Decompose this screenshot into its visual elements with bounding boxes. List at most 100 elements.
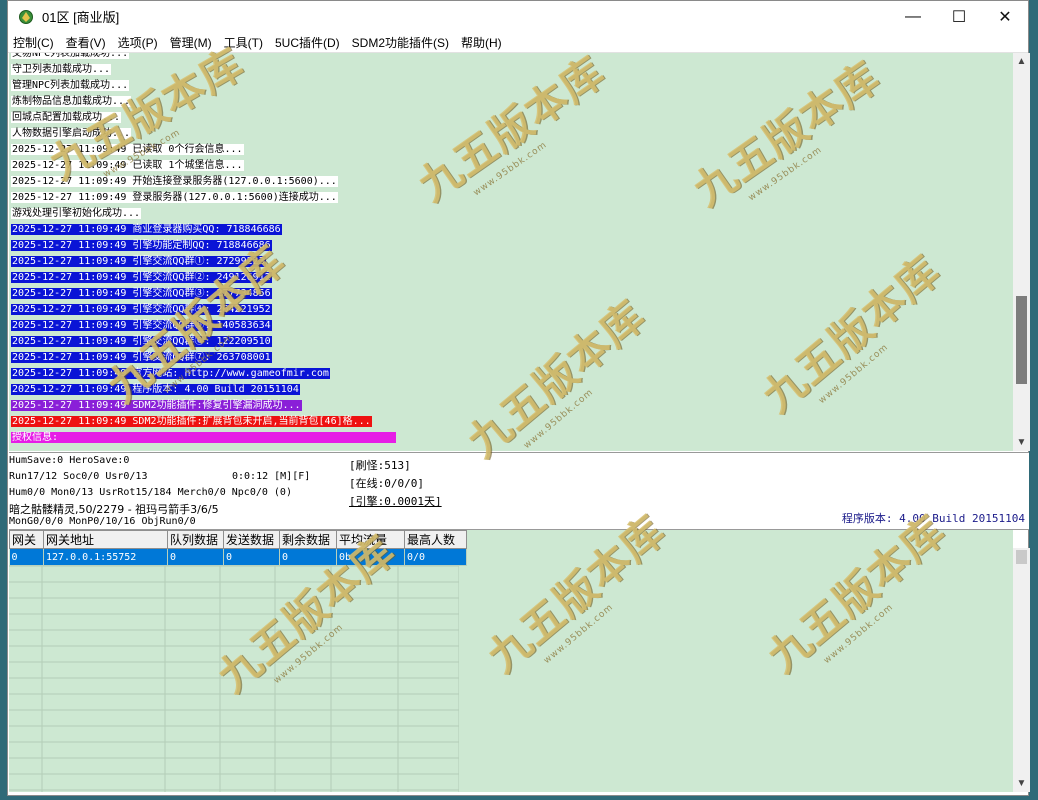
menu-manage[interactable]: 管理(M) [165, 34, 217, 51]
mir-server-icon [19, 9, 33, 24]
log-line-text: 2025-12-27 11:09:49 引擎功能定制QQ: 718846686 [11, 240, 272, 251]
log-line: 2025-12-27 11:09:49 引擎功能定制QQ: 718846686 [11, 238, 396, 254]
log-line: 2025-12-27 11:09:49 引擎交流QQ群⑤: 140583634 [11, 318, 396, 334]
version-label: 程序版本: 4.00 Build 20151104 [841, 512, 1025, 525]
table-cell: 0 [9, 548, 44, 566]
server-window: 01区 [商业版] — ☐ ✕ 控制(C) 查看(V) 选项(P) 管理(M) … [7, 0, 1030, 796]
grid-scrollbar[interactable]: ▲ ▼ [1013, 548, 1030, 792]
log-line: 2025-12-27 11:09:49 SDM2功能插件:修复引擎漏洞成功... [11, 398, 396, 414]
column-header[interactable]: 网关地址 [43, 530, 168, 549]
log-line: 游戏处理引擎初始化成功... [11, 206, 396, 222]
log-line-text: 交易NPC列表加载成功... [11, 53, 130, 59]
status-save: HumSave:0 HeroSave:0 [9, 455, 130, 466]
grid-lines [9, 530, 459, 792]
log-line: 2025-12-27 11:09:49 已读取 1个城堡信息... [11, 158, 396, 174]
log-line: 回城点配置加载成功... [11, 110, 396, 126]
menu-sdm2-plugin[interactable]: SDM2功能插件(S) [347, 34, 454, 51]
menu-help[interactable]: 帮助(H) [456, 34, 507, 51]
log-line: 2025-12-27 11:09:49 引擎交流QQ群④: 264221952 [11, 302, 396, 318]
scroll-down-arrow-icon[interactable]: ▼ [1013, 434, 1030, 451]
column-header[interactable]: 最高人数 [404, 530, 467, 549]
column-header[interactable]: 平均流量 [336, 530, 405, 549]
log-line: 炼制物品信息加载成功... [11, 94, 396, 110]
menu-tools[interactable]: 工具(T) [219, 34, 268, 51]
log-line-text: 管理NPC列表加载成功... [11, 80, 130, 91]
menu-bar: 控制(C) 查看(V) 选项(P) 管理(M) 工具(T) 5UC插件(D) S… [8, 32, 1028, 53]
log-line: 授权信息: [11, 430, 397, 446]
log-line: 管理NPC列表加载成功... [11, 78, 396, 94]
engine-days: [引擎:0.0001天] [349, 495, 442, 508]
log-line-text: 2025-12-27 11:09:49 SDM2功能插件:扩展背包未开启,当前背… [11, 416, 372, 427]
log-line-text: 炼制物品信息加载成功... [11, 96, 132, 107]
log-line-text: 2025-12-27 11:09:49 SDM2功能插件:修复引擎漏洞成功... [11, 400, 302, 411]
menu-control[interactable]: 控制(C) [8, 34, 59, 51]
log-scroll-thumb[interactable] [1016, 296, 1027, 384]
status-humans: Hum0/0 Mon0/13 UsrRot15/184 Merch0/0 Npc… [9, 487, 292, 498]
window-title: 01区 [商业版] [42, 10, 120, 25]
log-line: 人物数据引擎启动成功... [11, 126, 396, 142]
gateway-grid[interactable]: 网关 网关地址 队列数据 发送数据 剩余数据 平均流量 最高人数 0 127.0… [9, 530, 1013, 792]
log-line: 2025-12-27 11:09:49 开始连接登录服务器(127.0.0.1:… [11, 174, 396, 190]
table-header-row: 网关 网关地址 队列数据 发送数据 剩余数据 平均流量 最高人数 [9, 530, 467, 549]
log-line-text: 2025-12-27 11:09:49 已读取 1个城堡信息... [11, 160, 244, 171]
table-cell: 0 [279, 548, 337, 566]
log-line: 2025-12-27 11:09:49 引擎交流QQ群①: 27299223 [11, 254, 396, 270]
close-button[interactable]: ✕ [982, 1, 1028, 32]
menu-view[interactable]: 查看(V) [61, 34, 111, 51]
status-mongen: MonG0/0/0 MonP0/10/16 ObjRun0/0 [9, 516, 196, 527]
scroll-up-arrow-icon[interactable]: ▲ [1013, 53, 1030, 70]
table-cell: 0 [223, 548, 280, 566]
log-line: 2025-12-27 11:09:49 已读取 0个行会信息... [11, 142, 396, 158]
log-scrollbar[interactable]: ▲ ▼ [1013, 53, 1030, 451]
log-line-text: 2025-12-27 11:09:49 引擎交流QQ群⑦: 263708001 [11, 352, 272, 363]
title-bar[interactable]: 01区 [商业版] — ☐ ✕ [8, 1, 1028, 32]
menu-5uc-plugin[interactable]: 5UC插件(D) [270, 34, 345, 51]
log-line-text: 回城点配置加载成功... [11, 112, 122, 123]
status-monsters: 暗之骷髅精灵,50/2279 - 祖玛弓箭手3/6/5 [9, 503, 219, 516]
table-cell: 0b [336, 548, 405, 566]
table-cell: 0 [167, 548, 224, 566]
log-line-text: 2025-12-27 11:09:49 官方网站: http://www.gam… [11, 368, 330, 379]
maximize-button[interactable]: ☐ [936, 1, 982, 32]
log-line-text: 2025-12-27 11:09:49 程序版本: 4.00 Build 201… [11, 384, 300, 395]
log-line: 守卫列表加载成功... [11, 62, 396, 78]
log-line: 2025-12-27 11:09:49 SDM2功能插件:扩展背包未开启,当前背… [11, 414, 396, 430]
column-header[interactable]: 网关 [9, 530, 44, 549]
log-line: 2025-12-27 11:09:49 引擎交流QQ群⑥: 122209510 [11, 334, 396, 350]
log-line-text: 2025-12-27 11:09:49 已读取 0个行会信息... [11, 144, 244, 155]
log-line-text: 授权信息: [11, 432, 397, 443]
table-row[interactable]: 0 127.0.0.1:55752 0 0 0 0b 0/0 [9, 548, 467, 566]
table-cell: 0/0 [404, 548, 467, 566]
online-count: [在线:0/0/0] [349, 477, 424, 490]
log-line: 交易NPC列表加载成功... [11, 53, 396, 62]
gateway-table: 网关 网关地址 队列数据 发送数据 剩余数据 平均流量 最高人数 0 127.0… [9, 530, 467, 566]
log-line: 2025-12-27 11:09:49 引擎交流QQ群③: 277734856 [11, 286, 396, 302]
log-line-text: 2025-12-27 11:09:49 引擎交流QQ群④: 264221952 [11, 304, 272, 315]
log-panel[interactable]: 交易NPC列表加载成功... 守卫列表加载成功... 管理NPC列表加载成功... 炼… [9, 53, 1013, 451]
grid-scroll-thumb[interactable] [1016, 550, 1027, 564]
column-header[interactable]: 发送数据 [223, 530, 280, 549]
log-line-text: 游戏处理引擎初始化成功... [11, 208, 142, 219]
menu-options[interactable]: 选项(P) [113, 34, 163, 51]
column-header[interactable]: 队列数据 [167, 530, 224, 549]
minimize-button[interactable]: — [890, 1, 936, 32]
log-line: 2025-12-27 11:09:49 引擎交流QQ群②: 249126912 [11, 270, 396, 286]
log-line: 2025-12-27 11:09:49 登录服务器(127.0.0.1:5600… [11, 190, 396, 206]
log-line-text: 守卫列表加载成功... [11, 64, 112, 75]
log-line-text: 2025-12-27 11:09:49 引擎交流QQ群⑤: 140583634 [11, 320, 272, 331]
log-line-text: 2025-12-27 11:09:49 引擎交流QQ群③: 277734856 [11, 288, 272, 299]
log-line-text: 2025-12-27 11:09:49 引擎交流QQ群⑥: 122209510 [11, 336, 272, 347]
log-line-text: 2025-12-27 11:09:49 登录服务器(127.0.0.1:5600… [11, 192, 338, 203]
log-line: 2025-12-27 11:09:49 引擎交流QQ群⑦: 263708001 [11, 350, 396, 366]
scroll-down-arrow-icon[interactable]: ▼ [1013, 775, 1030, 792]
status-timer: 0:0:12 [M][F] [232, 471, 311, 482]
log-line: 2025-12-27 11:09:49 商业登录器购买QQ: 718846686 [11, 222, 396, 238]
log-line: 2025-12-27 11:09:49 程序版本: 4.00 Build 201… [11, 382, 396, 398]
log-line-text: 人物数据引擎启动成功... [11, 128, 132, 139]
refresh-count: [刷怪:513] [349, 459, 411, 472]
column-header[interactable]: 剩余数据 [279, 530, 337, 549]
status-panel: HumSave:0 HeroSave:0 Run17/12 Soc0/0 Usr… [9, 452, 1029, 530]
log-line: 2025-12-27 11:09:49 官方网站: http://www.gam… [11, 366, 396, 382]
table-cell: 127.0.0.1:55752 [43, 548, 168, 566]
status-run: Run17/12 Soc0/0 Usr0/13 [9, 471, 148, 482]
